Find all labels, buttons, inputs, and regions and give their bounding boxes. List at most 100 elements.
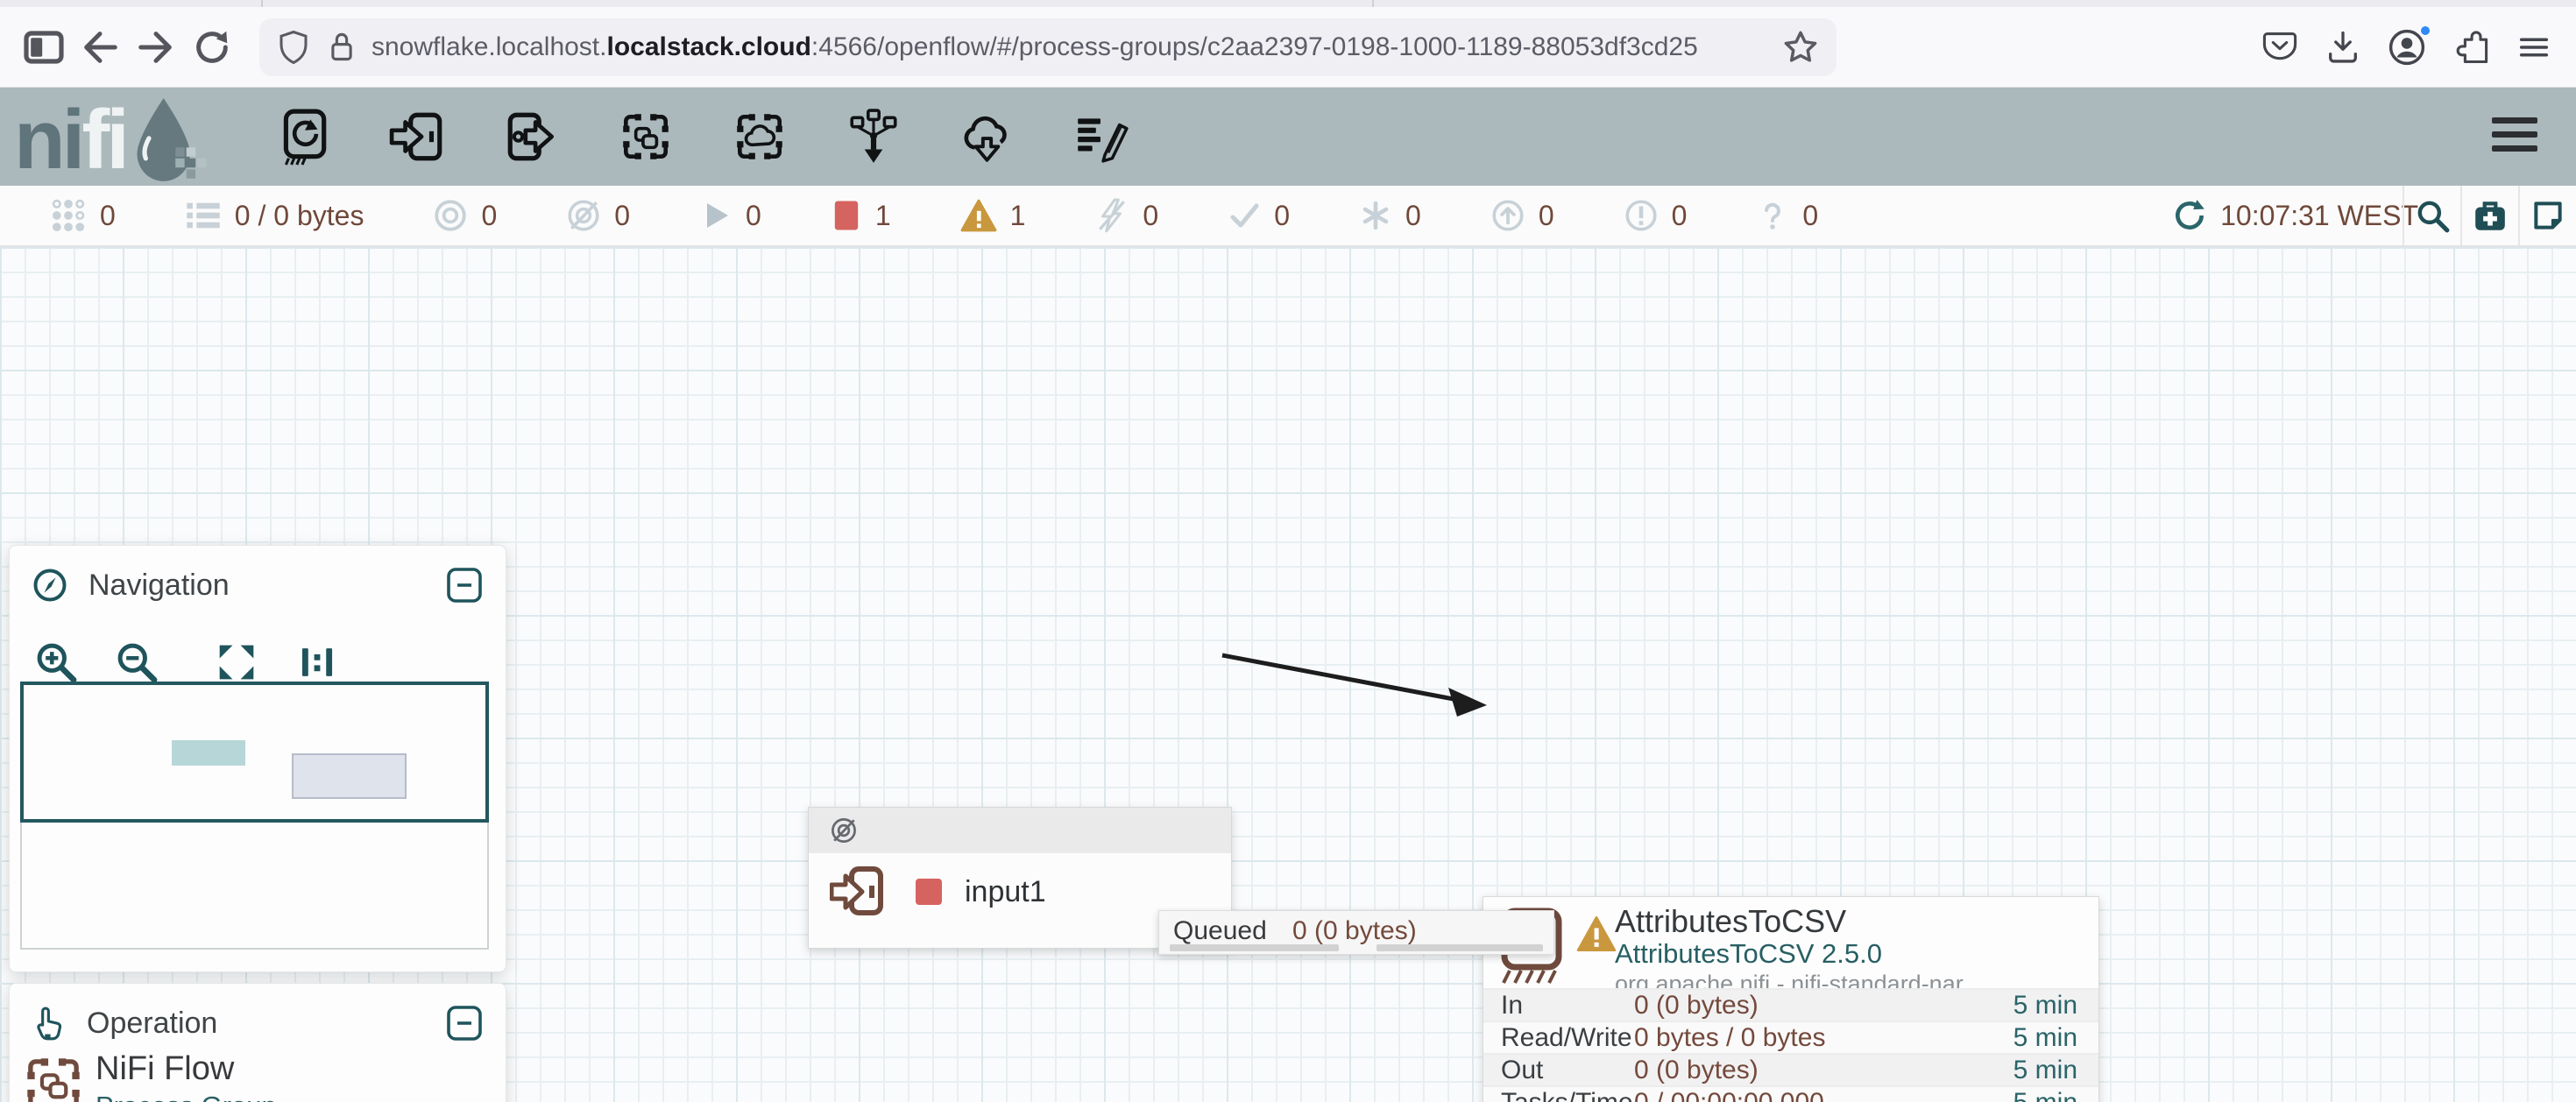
- browser-toolbar: snowflake.localhost.localstack.cloud:456…: [0, 0, 2576, 88]
- downloads-icon[interactable]: [2324, 28, 2362, 67]
- birdseye-minimap[interactable]: [20, 682, 489, 950]
- global-menu-button[interactable]: [2490, 116, 2539, 154]
- collapse-icon: [445, 1004, 484, 1042]
- sidebar-toggle-button[interactable]: [16, 19, 72, 75]
- stat-label: In: [1501, 991, 1634, 1021]
- input-port-icon: [389, 108, 447, 166]
- zoom-out-button[interactable]: [113, 639, 160, 686]
- locally-modified-stale-icon: [1623, 197, 1660, 234]
- tab-strip: [0, 0, 2576, 7]
- label-icon: [1072, 108, 1130, 166]
- url-text: snowflake.localhost.localstack.cloud:456…: [372, 32, 1782, 62]
- remote-process-group-icon: [731, 108, 789, 166]
- process-group-icon: [20, 1051, 87, 1102]
- logo-text-fi: fi: [81, 95, 126, 186]
- minimap-input-port: [172, 740, 245, 766]
- not-transmitting-count: 0: [614, 200, 630, 232]
- operation-panel: Operation NiFi Flow Process Group c2aa23…: [9, 983, 506, 1102]
- minimap-viewport[interactable]: [20, 682, 489, 823]
- stat-value: 0 (0 bytes): [1634, 1056, 2013, 1085]
- running-count: 0: [746, 200, 761, 232]
- extensions-icon[interactable]: [2452, 28, 2490, 67]
- new-process-group-button[interactable]: [615, 106, 676, 167]
- processor-attributestocsv[interactable]: AttributesToCSV AttributesToCSV 2.5.0 or…: [1483, 896, 2099, 1102]
- status-locally-modified: 0: [1358, 198, 1421, 233]
- invalid-count: 1: [1010, 200, 1026, 232]
- active-threads-count: 0: [100, 200, 116, 232]
- queue-size-bar: [1376, 944, 1543, 951]
- processor-icon: [275, 106, 333, 167]
- pocket-icon[interactable]: [2261, 28, 2299, 67]
- refresh-status[interactable]: 10:07:31 WEST: [2171, 197, 2418, 234]
- stopped-count: 1: [875, 200, 891, 232]
- status-queued: 0 / 0 bytes: [184, 196, 364, 235]
- zoom-in-button[interactable]: [32, 639, 80, 686]
- new-label-button[interactable]: [1071, 106, 1132, 167]
- new-remote-process-group-button[interactable]: [729, 106, 790, 167]
- flow-canvas[interactable]: AttributesToCSV AttributesToCSV 2.5.0 or…: [0, 247, 2576, 1102]
- processor-stats-table: In0 (0 bytes)5 min Read/Write0 bytes / 0…: [1483, 988, 2098, 1102]
- collapse-navigation-button[interactable]: [444, 565, 485, 605]
- logo-text-ni: ni: [14, 95, 81, 186]
- new-output-port-button[interactable]: [501, 106, 563, 167]
- running-icon: [698, 198, 733, 233]
- locally-modified-icon: [1358, 198, 1393, 233]
- status-sync-failure: 0: [1755, 198, 1818, 233]
- reload-icon: [192, 27, 232, 67]
- new-template-button[interactable]: [957, 106, 1018, 167]
- status-invalid: 1: [959, 197, 1026, 234]
- back-button[interactable]: [72, 19, 128, 75]
- status-locally-modified-stale: 0: [1623, 197, 1688, 234]
- hand-pointer-icon: [31, 1004, 67, 1042]
- status-running: 0: [698, 198, 761, 233]
- zoom-actual-button[interactable]: [294, 639, 341, 686]
- tab-divider: [261, 0, 263, 7]
- stat-window: 5 min: [2013, 1088, 2077, 1102]
- compass-icon: [31, 566, 69, 604]
- sync-failure-icon: [1755, 198, 1790, 233]
- browser-menu-icon[interactable]: [2515, 28, 2553, 67]
- back-icon: [80, 27, 120, 67]
- up-to-date-icon: [1227, 198, 1262, 233]
- forward-button[interactable]: [128, 19, 184, 75]
- table-row: In0 (0 bytes)5 min: [1483, 988, 2098, 1021]
- stat-label: Read/Write: [1501, 1023, 1634, 1053]
- status-active-threads: 0: [49, 196, 116, 235]
- new-input-port-button[interactable]: [387, 106, 449, 167]
- processor-name: AttributesToCSV: [1615, 903, 1846, 940]
- stat-value: 0 / 00:00:00.000: [1634, 1088, 2013, 1102]
- bookmark-star-icon[interactable]: [1782, 29, 1819, 66]
- hamburger-menu-icon: [2490, 116, 2539, 154]
- url-bar[interactable]: snowflake.localhost.localstack.cloud:456…: [259, 18, 1836, 76]
- first-aid-kit-icon: [2472, 197, 2509, 234]
- selected-component-name: NiFi Flow: [96, 1050, 234, 1088]
- flow-analysis-button[interactable]: [2460, 186, 2518, 245]
- status-stopped: 1: [830, 196, 891, 235]
- transmitting-icon: [432, 197, 469, 234]
- sidebar-icon: [23, 28, 65, 67]
- forward-icon: [136, 27, 176, 67]
- account-button[interactable]: [2387, 27, 2427, 67]
- new-processor-button[interactable]: [273, 106, 335, 167]
- zoom-fit-icon: [215, 640, 258, 684]
- account-notification-dot: [2418, 24, 2432, 38]
- new-funnel-button[interactable]: [843, 106, 904, 167]
- navigation-title: Navigation: [88, 569, 230, 603]
- not-transmitting-icon: [565, 197, 602, 234]
- queued-value: 0 (0 bytes): [1292, 916, 1417, 946]
- table-row: Tasks/Time0 / 00:00:00.0005 min: [1483, 1085, 2098, 1102]
- nifi-logo: nifi: [14, 88, 210, 186]
- connection-queued-label[interactable]: Queued 0 (0 bytes): [1158, 910, 1554, 955]
- reload-button[interactable]: [184, 19, 240, 75]
- queue-count-bar: [1170, 944, 1339, 951]
- search-button[interactable]: [2403, 186, 2460, 245]
- stale-icon: [1490, 197, 1526, 234]
- collapse-operation-button[interactable]: [444, 1003, 485, 1043]
- stat-window: 5 min: [2013, 1023, 2077, 1053]
- nifi-drop-icon: [131, 96, 210, 184]
- table-row: Out0 (0 bytes)5 min: [1483, 1053, 2098, 1085]
- note-icon: [2530, 197, 2566, 234]
- bulletin-board-button[interactable]: [2518, 186, 2576, 245]
- zoom-fit-button[interactable]: [213, 639, 260, 686]
- disabled-icon: [1093, 197, 1130, 234]
